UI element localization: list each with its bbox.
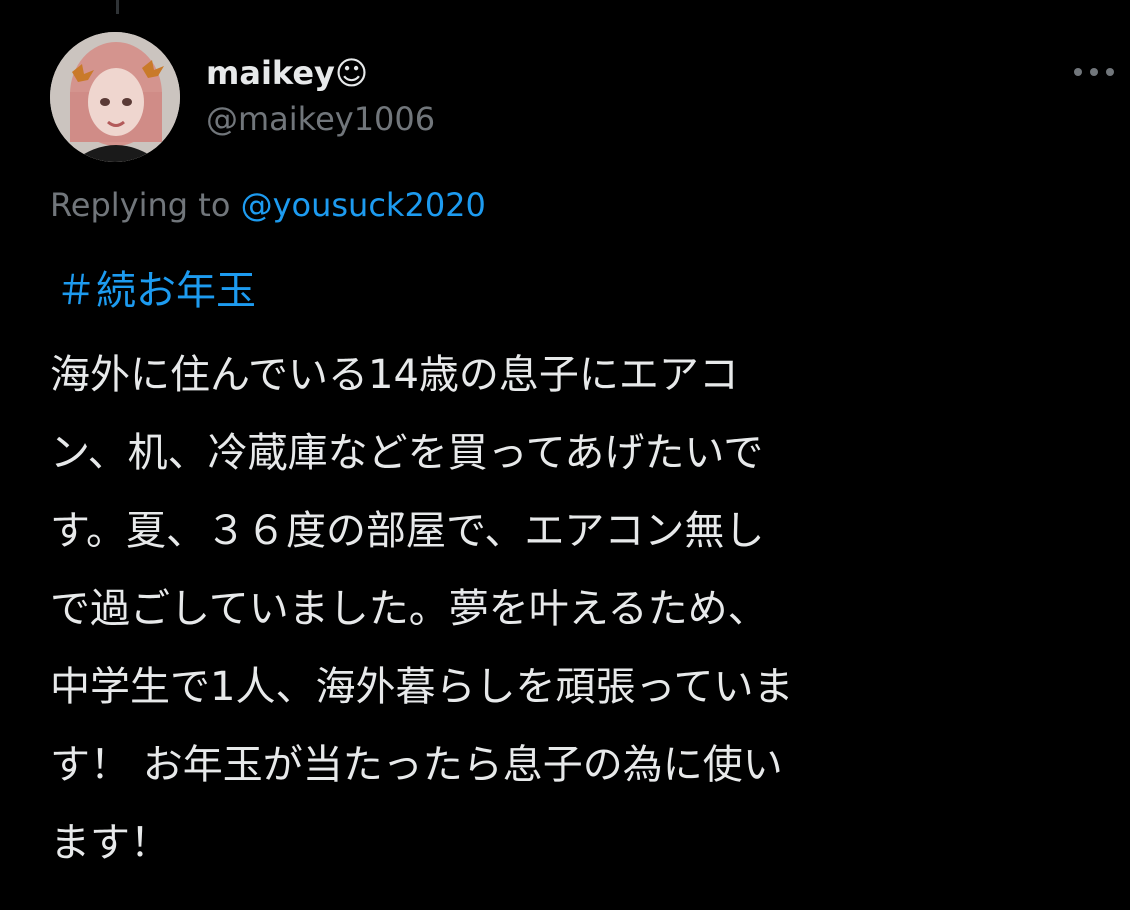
replying-to-label: Replying to (50, 186, 231, 224)
more-options-button[interactable] (1068, 56, 1120, 88)
replying-to-line: Replying to @yousuck2020 (50, 186, 486, 224)
tweet-body-line: ン、机、冷蔵庫などを買ってあげたいで (50, 430, 764, 476)
tweet-body-line: す。夏、３６度の部屋で、エアコン無し (50, 508, 765, 554)
tweet-body-line: 海外に住んでいる14歳の息子にエアコ (50, 352, 739, 398)
author-display-name[interactable]: maikey☺ (206, 54, 368, 92)
tweet-body-line: ます！ (50, 820, 170, 866)
tweet-body: 海外に住んでいる14歳の息子にエアコ ン、机、冷蔵庫などを買ってあげたいで す。… (50, 336, 1110, 882)
tweet-body-line: で過ごしていました。夢を叶えるため、 (50, 586, 768, 632)
profile-photo (50, 32, 180, 162)
ellipsis-horizontal-icon (1074, 68, 1114, 76)
reply-to-handle-link[interactable]: @yousuck2020 (241, 186, 486, 224)
tweet-body-line: 中学生で1人、海外暮らしを頑張っていま (50, 664, 794, 710)
thread-connector-line (116, 0, 119, 14)
tweet-body-line: す！ お年玉が当たったら息子の為に使い (50, 742, 783, 788)
avatar[interactable] (50, 32, 180, 162)
author-handle[interactable]: @maikey1006 (206, 100, 435, 138)
hashtag-link[interactable]: ＃続お年玉 (56, 258, 256, 316)
